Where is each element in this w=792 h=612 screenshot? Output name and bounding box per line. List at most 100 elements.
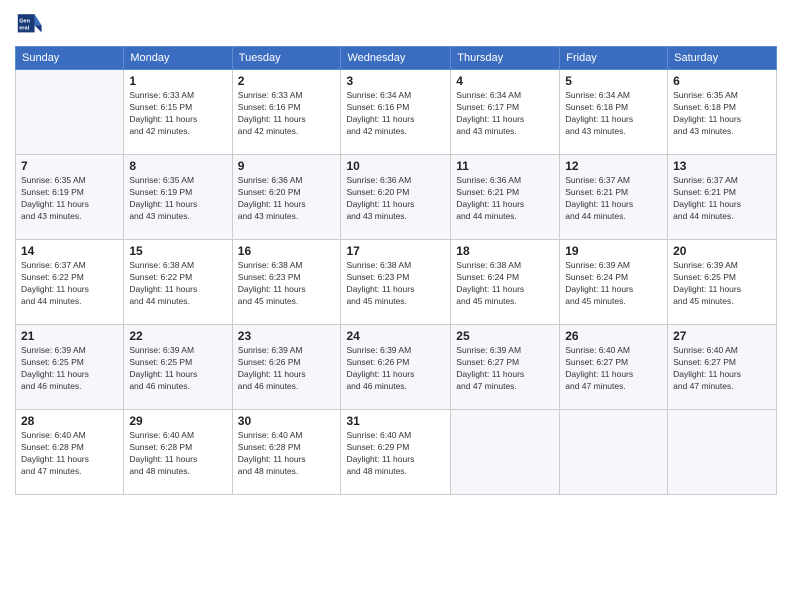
day-info: Sunrise: 6:40 AM Sunset: 6:28 PM Dayligh… — [238, 430, 336, 478]
calendar-week-2: 7 Sunrise: 6:35 AM Sunset: 6:19 PM Daylig… — [16, 155, 777, 240]
calendar-day: 27Sunrise: 6:40 AM Sunset: 6:27 PM Dayli… — [668, 325, 777, 410]
calendar-day: 30 Sunrise: 6:40 AM Sunset: 6:28 PM Dayli… — [232, 410, 341, 495]
day-info: Sunrise: 6:36 AM Sunset: 6:21 PM Dayligh… — [456, 175, 554, 223]
day-number: 15 — [129, 244, 226, 258]
day-info: Sunrise: 6:36 AM Sunset: 6:20 PM Dayligh… — [346, 175, 445, 223]
calendar-day: 14 Sunrise: 6:37 AM Sunset: 6:22 PM Dayli… — [16, 240, 124, 325]
calendar-day: 2Sunrise: 6:33 AM Sunset: 6:16 PM Daylig… — [232, 70, 341, 155]
day-info: Sunrise: 6:39 AM Sunset: 6:26 PM Dayligh… — [238, 345, 336, 393]
calendar-day: 22Sunrise: 6:39 AM Sunset: 6:25 PM Dayli… — [124, 325, 232, 410]
calendar-day: 20 Sunrise: 6:39 AM Sunset: 6:25 PM Dayli… — [668, 240, 777, 325]
day-number: 5 — [565, 74, 662, 88]
calendar-day: 1Sunrise: 6:33 AM Sunset: 6:15 PM Daylig… — [124, 70, 232, 155]
day-info: Sunrise: 6:35 AM Sunset: 6:19 PM Dayligh… — [21, 175, 118, 223]
day-number: 22 — [129, 329, 226, 343]
calendar-day: 28 Sunrise: 6:40 AM Sunset: 6:28 PM Dayli… — [16, 410, 124, 495]
header: Gen eral — [15, 10, 777, 38]
calendar-week-3: 14 Sunrise: 6:37 AM Sunset: 6:22 PM Dayli… — [16, 240, 777, 325]
logo-icon: Gen eral — [15, 10, 43, 38]
day-info: Sunrise: 6:34 AM Sunset: 6:17 PM Dayligh… — [456, 90, 554, 138]
weekday-header-monday: Monday — [124, 47, 232, 70]
day-number: 7 — [21, 159, 118, 173]
day-info: Sunrise: 6:39 AM Sunset: 6:27 PM Dayligh… — [456, 345, 554, 393]
calendar-day: 10 Sunrise: 6:36 AM Sunset: 6:20 PM Dayli… — [341, 155, 451, 240]
day-info: Sunrise: 6:34 AM Sunset: 6:16 PM Dayligh… — [346, 90, 445, 138]
day-info: Sunrise: 6:38 AM Sunset: 6:24 PM Dayligh… — [456, 260, 554, 308]
calendar-week-4: 21 Sunrise: 6:39 AM Sunset: 6:25 PM Dayli… — [16, 325, 777, 410]
weekday-header-sunday: Sunday — [16, 47, 124, 70]
day-number: 13 — [673, 159, 771, 173]
day-info: Sunrise: 6:40 AM Sunset: 6:28 PM Dayligh… — [21, 430, 118, 478]
calendar-day: 17Sunrise: 6:38 AM Sunset: 6:23 PM Dayli… — [341, 240, 451, 325]
calendar-day: 19Sunrise: 6:39 AM Sunset: 6:24 PM Dayli… — [560, 240, 668, 325]
day-info: Sunrise: 6:37 AM Sunset: 6:21 PM Dayligh… — [673, 175, 771, 223]
day-info: Sunrise: 6:33 AM Sunset: 6:16 PM Dayligh… — [238, 90, 336, 138]
calendar-day: 12 Sunrise: 6:37 AM Sunset: 6:21 PM Dayli… — [560, 155, 668, 240]
day-number: 20 — [673, 244, 771, 258]
day-number: 30 — [238, 414, 336, 428]
calendar-day — [16, 70, 124, 155]
calendar-day: 9Sunrise: 6:36 AM Sunset: 6:20 PM Daylig… — [232, 155, 341, 240]
calendar-day: 29 Sunrise: 6:40 AM Sunset: 6:28 PM Dayli… — [124, 410, 232, 495]
weekday-header-friday: Friday — [560, 47, 668, 70]
day-number: 16 — [238, 244, 336, 258]
day-info: Sunrise: 6:39 AM Sunset: 6:25 PM Dayligh… — [673, 260, 771, 308]
calendar-week-5: 28 Sunrise: 6:40 AM Sunset: 6:28 PM Dayli… — [16, 410, 777, 495]
day-info: Sunrise: 6:36 AM Sunset: 6:20 PM Dayligh… — [238, 175, 336, 223]
calendar-day: 23 Sunrise: 6:39 AM Sunset: 6:26 PM Dayli… — [232, 325, 341, 410]
day-number: 8 — [129, 159, 226, 173]
day-info: Sunrise: 6:38 AM Sunset: 6:22 PM Dayligh… — [129, 260, 226, 308]
day-number: 25 — [456, 329, 554, 343]
calendar-day — [451, 410, 560, 495]
calendar-day: 24Sunrise: 6:39 AM Sunset: 6:26 PM Dayli… — [341, 325, 451, 410]
day-number: 18 — [456, 244, 554, 258]
calendar-body: 1Sunrise: 6:33 AM Sunset: 6:15 PM Daylig… — [16, 70, 777, 495]
calendar-day: 31Sunrise: 6:40 AM Sunset: 6:29 PM Dayli… — [341, 410, 451, 495]
day-number: 3 — [346, 74, 445, 88]
calendar-day: 25 Sunrise: 6:39 AM Sunset: 6:27 PM Dayli… — [451, 325, 560, 410]
day-number: 14 — [21, 244, 118, 258]
calendar-day: 8 Sunrise: 6:35 AM Sunset: 6:19 PM Daylig… — [124, 155, 232, 240]
day-number: 23 — [238, 329, 336, 343]
calendar-day: 18 Sunrise: 6:38 AM Sunset: 6:24 PM Dayli… — [451, 240, 560, 325]
logo: Gen eral — [15, 10, 47, 38]
day-info: Sunrise: 6:35 AM Sunset: 6:19 PM Dayligh… — [129, 175, 226, 223]
day-number: 4 — [456, 74, 554, 88]
day-number: 17 — [346, 244, 445, 258]
day-info: Sunrise: 6:39 AM Sunset: 6:25 PM Dayligh… — [21, 345, 118, 393]
svg-text:eral: eral — [19, 26, 29, 32]
day-info: Sunrise: 6:38 AM Sunset: 6:23 PM Dayligh… — [238, 260, 336, 308]
svg-text:Gen: Gen — [19, 19, 30, 25]
day-number: 26 — [565, 329, 662, 343]
calendar-day: 16 Sunrise: 6:38 AM Sunset: 6:23 PM Dayli… — [232, 240, 341, 325]
day-number: 6 — [673, 74, 771, 88]
calendar-day — [668, 410, 777, 495]
weekday-header-thursday: Thursday — [451, 47, 560, 70]
calendar-day: 26 Sunrise: 6:40 AM Sunset: 6:27 PM Dayli… — [560, 325, 668, 410]
day-info: Sunrise: 6:35 AM Sunset: 6:18 PM Dayligh… — [673, 90, 771, 138]
day-info: Sunrise: 6:37 AM Sunset: 6:21 PM Dayligh… — [565, 175, 662, 223]
day-number: 21 — [21, 329, 118, 343]
calendar-day: 15 Sunrise: 6:38 AM Sunset: 6:22 PM Dayli… — [124, 240, 232, 325]
calendar-table: SundayMondayTuesdayWednesdayThursdayFrid… — [15, 46, 777, 495]
day-number: 10 — [346, 159, 445, 173]
day-number: 1 — [129, 74, 226, 88]
calendar-header: SundayMondayTuesdayWednesdayThursdayFrid… — [16, 47, 777, 70]
day-number: 29 — [129, 414, 226, 428]
calendar-week-1: 1Sunrise: 6:33 AM Sunset: 6:15 PM Daylig… — [16, 70, 777, 155]
weekday-header-saturday: Saturday — [668, 47, 777, 70]
day-info: Sunrise: 6:40 AM Sunset: 6:27 PM Dayligh… — [565, 345, 662, 393]
weekday-header-tuesday: Tuesday — [232, 47, 341, 70]
day-info: Sunrise: 6:40 AM Sunset: 6:29 PM Dayligh… — [346, 430, 445, 478]
calendar-day: 7 Sunrise: 6:35 AM Sunset: 6:19 PM Daylig… — [16, 155, 124, 240]
calendar-day: 6 Sunrise: 6:35 AM Sunset: 6:18 PM Daylig… — [668, 70, 777, 155]
day-number: 28 — [21, 414, 118, 428]
weekday-header-row: SundayMondayTuesdayWednesdayThursdayFrid… — [16, 47, 777, 70]
day-info: Sunrise: 6:37 AM Sunset: 6:22 PM Dayligh… — [21, 260, 118, 308]
calendar-day — [560, 410, 668, 495]
day-number: 19 — [565, 244, 662, 258]
day-number: 12 — [565, 159, 662, 173]
day-info: Sunrise: 6:40 AM Sunset: 6:28 PM Dayligh… — [129, 430, 226, 478]
calendar-day: 3 Sunrise: 6:34 AM Sunset: 6:16 PM Daylig… — [341, 70, 451, 155]
calendar-day: 5Sunrise: 6:34 AM Sunset: 6:18 PM Daylig… — [560, 70, 668, 155]
